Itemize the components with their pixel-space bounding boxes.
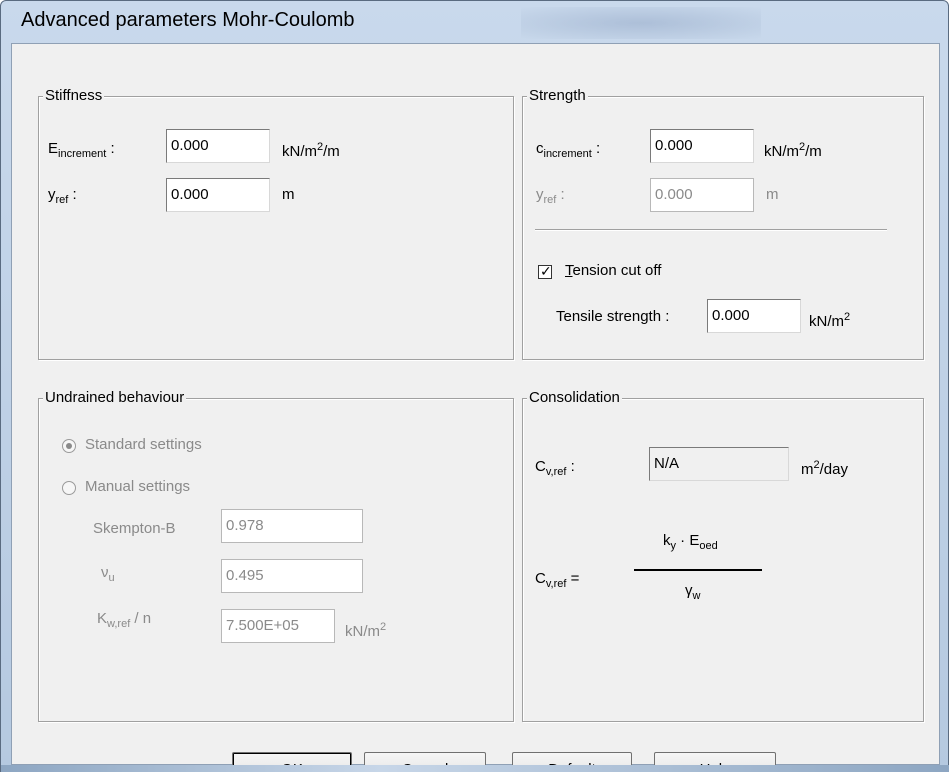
tensile-strength-label: Tensile strength : [556,308,670,325]
tensile-strength-unit: kN/m2 [809,311,851,330]
y-ref-unit: m [282,186,295,203]
stiffness-group: Stiffness Eincrement : 0.000 kN/m2/m yre… [38,87,514,360]
window-title: Advanced parameters Mohr-Coulomb [21,9,355,31]
cv-ref-label: Cv,ref : [535,458,575,478]
c-increment-input[interactable]: 0.000 [650,129,754,163]
c-increment-label: cincrement : [536,140,601,160]
strength-y-ref-input[interactable]: 0.000 [650,178,754,212]
kw-ref-label: Kw,ref / n [97,610,152,630]
strength-y-ref-unit: m [766,186,779,203]
cv-ref-output: N/A [649,447,789,481]
window-bottom-edge [1,765,949,772]
y-ref-label: yref : [48,186,77,206]
formula-numerator: ky · Eoed [663,532,718,552]
nu-u-input[interactable]: 0.495 [221,559,363,593]
standard-settings-radio[interactable] [62,439,76,453]
skempton-b-label: Skempton-B [93,520,176,537]
tension-cut-off-checkbox[interactable]: ✓ [538,263,552,279]
manual-settings-label[interactable]: Manual settings [85,477,190,497]
cv-ref-unit: m2/day [801,459,848,478]
e-increment-input[interactable]: 0.000 [166,129,270,163]
formula-denominator: γw [685,582,701,602]
undrained-group-label: Undrained behaviour [43,389,187,407]
standard-settings-label[interactable]: Standard settings [85,435,202,455]
y-ref-input[interactable]: 0.000 [166,178,270,212]
kw-ref-unit: kN/m2 [345,621,387,640]
strength-group-label: Strength [527,87,588,105]
formula-lhs: Cv,ref = [535,570,580,590]
dialog-window: Advanced parameters Mohr-Coulomb Stiffne… [0,0,949,772]
manual-settings-radio[interactable] [62,481,76,495]
nu-u-label: νu [101,564,115,584]
consolidation-group-label: Consolidation [527,389,622,407]
tensile-strength-input[interactable]: 0.000 [707,299,801,333]
dialog-client-area: Stiffness Eincrement : 0.000 kN/m2/m yre… [11,43,940,772]
title-bar-decoration [521,7,761,39]
title-bar[interactable]: Advanced parameters Mohr-Coulomb [1,1,948,43]
undrained-group: Undrained behaviour Standard settings Ma… [38,389,514,722]
e-increment-unit: kN/m2/m [282,141,340,160]
kw-ref-input[interactable]: 7.500E+05 [221,609,335,643]
skempton-b-input[interactable]: 0.978 [221,509,363,543]
stiffness-group-label: Stiffness [43,87,105,105]
e-increment-label: Eincrement : [48,140,115,160]
tension-cut-off-label[interactable]: Tension cut off [565,261,661,281]
checkmark-icon: ✓ [540,263,552,279]
c-increment-unit: kN/m2/m [764,141,822,160]
radio-selected-dot [66,443,72,449]
strength-y-ref-label: yref : [536,186,565,206]
formula-fraction-bar [634,569,762,571]
strength-separator [535,229,887,231]
strength-group: Strength cincrement : 0.000 kN/m2/m yref… [522,87,924,360]
consolidation-group: Consolidation Cv,ref : N/A m2/day Cv,ref… [522,389,924,722]
